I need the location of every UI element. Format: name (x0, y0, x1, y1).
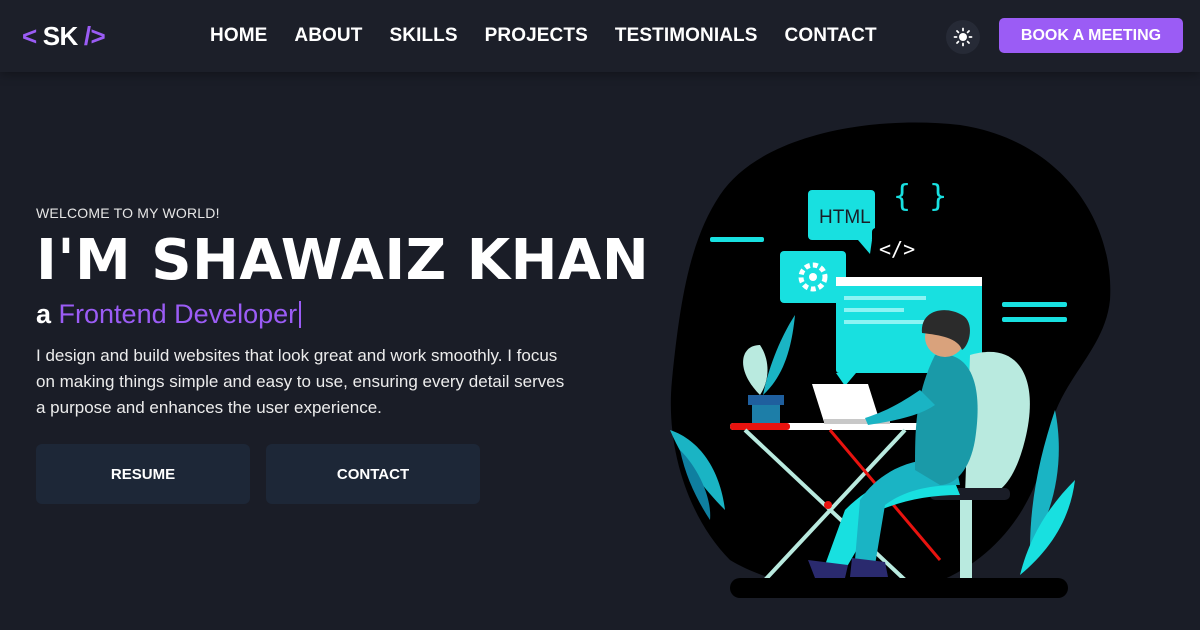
html-bubble-text: HTML (819, 207, 871, 228)
bio-text: I design and build websites that look gr… (36, 346, 565, 417)
navbar: < SK /> HOME ABOUT SKILLS PROJECTS TESTI… (0, 0, 1200, 72)
deco-line (710, 237, 764, 242)
nav-link-testimonials[interactable]: TESTIMONIALS (615, 25, 758, 47)
laptop (812, 384, 880, 422)
logo-right-bracket: /> (83, 20, 106, 51)
typing-cursor (299, 301, 302, 328)
logo-text: SK (42, 20, 79, 51)
code-bubble-text: </> (879, 237, 915, 261)
site-logo[interactable]: < SK /> (22, 18, 106, 54)
contact-button[interactable]: CONTACT (266, 444, 480, 504)
nav-link-home[interactable]: HOME (210, 25, 267, 47)
nav-link-about[interactable]: ABOUT (294, 25, 362, 47)
theme-toggle-button[interactable] (946, 20, 980, 54)
nav-link-skills[interactable]: SKILLS (389, 25, 457, 47)
deco-line (1002, 317, 1067, 322)
sun-icon (953, 27, 973, 47)
logo-left-bracket: < (22, 20, 37, 51)
hero-name-heading: I'M SHAWAIZ KHAN (36, 228, 650, 293)
nav-links: HOME ABOUT SKILLS PROJECTS TESTIMONIALS … (210, 22, 877, 50)
role-text: Frontend Developer (58, 299, 298, 329)
floor (730, 578, 1068, 598)
braces-glyph: { } (893, 179, 947, 214)
role-line: a Frontend Developer (36, 299, 302, 330)
deco-line (1002, 302, 1067, 307)
book-meeting-button[interactable]: BOOK A MEETING (999, 18, 1183, 53)
nav-link-projects[interactable]: PROJECTS (485, 25, 588, 47)
role-prefix: a (36, 299, 59, 329)
nav-link-contact[interactable]: CONTACT (785, 25, 877, 47)
welcome-text: WELCOME TO MY WORLD! (36, 205, 220, 221)
resume-button[interactable]: RESUME (36, 444, 250, 504)
plant-pot (748, 395, 784, 405)
developer-illustration: { } HTML </> (670, 122, 1111, 598)
